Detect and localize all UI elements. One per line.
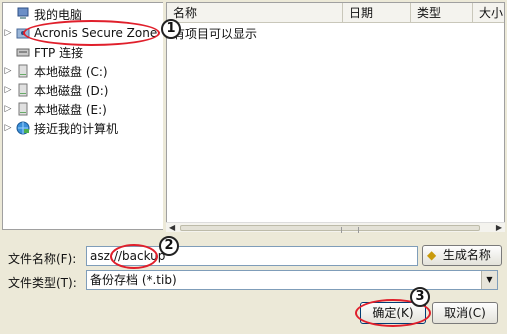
tree-item-disk-e[interactable]: ▷ 本地磁盘 (E:) — [3, 100, 107, 118]
tree-item-ftp[interactable]: FTP 连接 — [3, 43, 83, 61]
disk-icon — [15, 64, 31, 78]
step-badge-2: 2 — [159, 236, 179, 256]
file-list[interactable]: 名称 日期 类型 大小 有项目可以显示 — [166, 2, 505, 230]
column-size[interactable]: 大小 — [473, 3, 504, 23]
tree-expander-icon[interactable]: ▷ — [3, 85, 13, 95]
tree-expander-icon[interactable]: ▷ — [3, 66, 13, 76]
my-computer-icon — [15, 7, 31, 21]
tree-item-label: 本地磁盘 (C:) — [34, 64, 108, 79]
filetype-value: 备份存档 (*.tib) — [90, 273, 177, 287]
tree-item-disk-d[interactable]: ▷ 本地磁盘 (D:) — [3, 81, 108, 99]
filetype-label: 文件类型(T): — [8, 276, 77, 290]
secure-zone-icon — [15, 26, 31, 40]
tree-item-disk-c[interactable]: ▷ 本地磁盘 (C:) — [3, 62, 108, 80]
cancel-button[interactable]: 取消(C) — [432, 302, 498, 324]
scroll-grip-icon — [341, 227, 359, 233]
tree-expander-icon[interactable]: ▷ — [3, 104, 13, 114]
disk-icon — [15, 102, 31, 116]
tree-item-network[interactable]: ▷ 接近我的计算机 — [3, 119, 118, 137]
tag-icon: ◆ — [427, 248, 437, 262]
tree-item-label: 接近我的计算机 — [34, 121, 119, 136]
filetype-select[interactable]: 备份存档 (*.tib) ▼ — [86, 270, 498, 290]
chevron-down-icon[interactable]: ▼ — [481, 271, 497, 289]
filename-label: 文件名称(F): — [8, 252, 77, 266]
tree-item-label: Acronis Secure Zone — [34, 26, 158, 40]
step-badge-3: 3 — [410, 287, 430, 307]
generate-name-label: 生成名称 — [442, 248, 491, 262]
horizontal-scrollbar[interactable]: ◀ ▶ — [166, 222, 505, 233]
column-type[interactable]: 类型 — [411, 3, 473, 23]
ftp-icon — [15, 45, 31, 59]
tree-item-label: 本地磁盘 (E:) — [34, 102, 107, 117]
column-name[interactable]: 名称 — [167, 3, 343, 23]
step-badge-1: 1 — [161, 19, 181, 39]
empty-list-message: 有项目可以显示 — [173, 27, 258, 41]
generate-name-button[interactable]: ◆ 生成名称 — [422, 245, 502, 266]
disk-icon — [15, 83, 31, 97]
scroll-left-arrow-icon[interactable]: ◀ — [169, 223, 175, 233]
tree-expander-icon[interactable]: ▷ — [3, 28, 13, 38]
scroll-thumb[interactable] — [180, 225, 480, 233]
column-date[interactable]: 日期 — [343, 3, 411, 23]
tree-item-label: 本地磁盘 (D:) — [34, 83, 109, 98]
network-globe-icon — [15, 121, 31, 135]
scroll-right-arrow-icon[interactable]: ▶ — [496, 223, 502, 233]
column-header: 名称 日期 类型 大小 — [167, 3, 504, 23]
tree-expander-icon[interactable]: ▷ — [3, 123, 13, 133]
tree-item-label: FTP 连接 — [34, 45, 84, 60]
folder-tree[interactable]: 我的电脑 ▷ Acronis Secure Zone FTP 连接 ▷ 本地磁盘… — [2, 2, 164, 230]
tree-item-my-computer[interactable]: 我的电脑 — [3, 5, 82, 23]
filename-input[interactable]: asz://backup — [86, 246, 418, 266]
tree-item-label: 我的电脑 — [34, 7, 83, 22]
tree-item-acronis-secure-zone[interactable]: ▷ Acronis Secure Zone — [3, 24, 158, 42]
file-save-dialog: 我的电脑 ▷ Acronis Secure Zone FTP 连接 ▷ 本地磁盘… — [0, 0, 507, 334]
